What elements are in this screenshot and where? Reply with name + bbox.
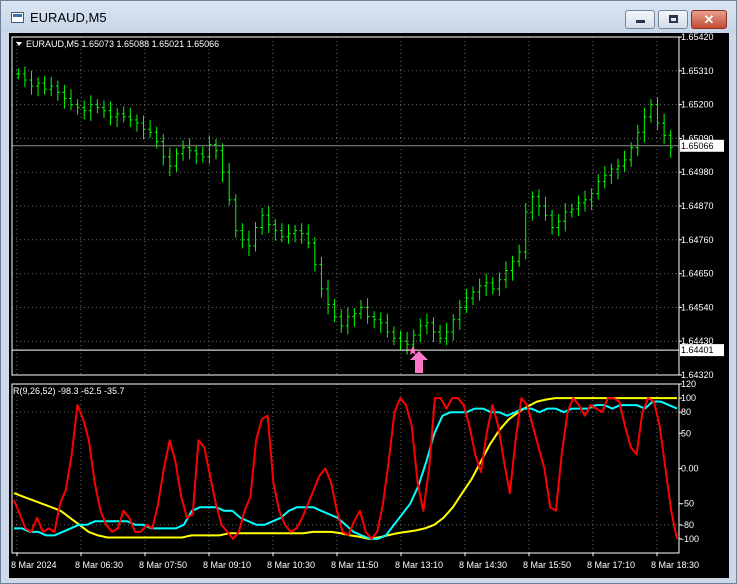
time-tick-label: 8 Mar 09:10 [203, 560, 251, 570]
oscillator-tick-label: 80 [681, 407, 691, 417]
price-tick-label: 1.64760 [681, 235, 714, 245]
price-tick-label: 1.65200 [681, 100, 714, 110]
time-tick-label: 8 Mar 2024 [11, 560, 57, 570]
close-icon: ✕ [703, 12, 715, 27]
close-button[interactable]: ✕ [691, 10, 727, 29]
price-tick-label: 1.64980 [681, 167, 714, 177]
price-tick-label: 1.64870 [681, 201, 714, 211]
price-tick-label: 1.65420 [681, 33, 714, 42]
terminal-window: EURAUD,M5 ✕ 1.65420 1.65310 1.65200 1.65090… [0, 0, 737, 584]
price-tick-label: 1.64540 [681, 302, 714, 312]
price-tick-label: 1.65310 [681, 66, 714, 76]
oscillator-tick-label: -50 [681, 499, 694, 509]
oscillator-tick-label: 50 [681, 428, 691, 438]
chart-area[interactable]: 1.65420 1.65310 1.65200 1.65090 1.64980 1.648… [9, 33, 729, 578]
time-tick-label: 8 Mar 15:50 [523, 560, 571, 570]
time-tick-label: 8 Mar 10:30 [267, 560, 315, 570]
maximize-button[interactable] [658, 10, 688, 29]
window-title: EURAUD,M5 [30, 10, 107, 25]
oscillator-tick-label: 120 [681, 379, 696, 389]
oscillator-tick-label: 0.00 [681, 464, 699, 474]
oscillator-title: R(9,26,52) -98.3 -62.5 -35.7 [13, 386, 125, 396]
oscillator-tick-label: -80 [681, 520, 694, 530]
chart-window-icon [11, 12, 24, 23]
minimize-button[interactable] [625, 10, 655, 29]
price-chart-title: EURAUD,M5 1.65073 1.65088 1.65021 1.6506… [26, 39, 219, 49]
time-tick-label: 8 Mar 14:30 [459, 560, 507, 570]
current-price-label: 1.65066 [681, 141, 714, 151]
chart-canvas[interactable]: 1.654201.653101.652001.650901.649801.648… [9, 33, 729, 578]
oscillator-tick-label: -100 [681, 534, 699, 544]
maximize-icon [669, 15, 678, 23]
time-tick-label: 8 Mar 13:10 [395, 560, 443, 570]
time-tick-label: 8 Mar 11:50 [331, 560, 378, 570]
oscillator-tick-label: 100 [681, 393, 696, 403]
price-tick-label: 1.64650 [681, 269, 714, 279]
time-tick-label: 8 Mar 18:30 [651, 560, 699, 570]
time-tick-label: 8 Mar 17:10 [587, 560, 635, 570]
time-tick-label: 8 Mar 07:50 [139, 560, 187, 570]
time-tick-label: 8 Mar 06:30 [75, 560, 123, 570]
minimize-icon [636, 20, 645, 23]
title-bar[interactable]: EURAUD,M5 ✕ [1, 1, 736, 33]
level-price-label: 1.64401 [681, 345, 714, 355]
